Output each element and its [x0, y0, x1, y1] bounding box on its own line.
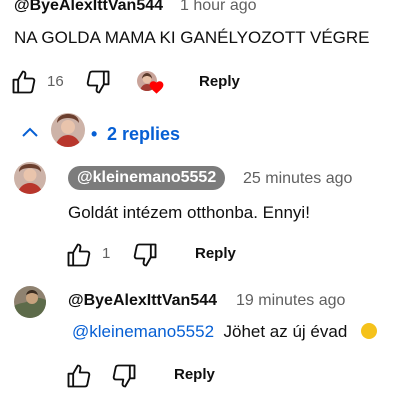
thumbs-up-icon: [67, 243, 91, 267]
thumbs-down-icon: [86, 70, 110, 94]
like-button[interactable]: [65, 241, 93, 269]
reply-author-avatar: [51, 113, 85, 147]
like-button[interactable]: [65, 362, 93, 390]
bullet-separator: •: [91, 124, 98, 144]
reply-button[interactable]: Reply: [174, 366, 215, 383]
reply-button[interactable]: Reply: [195, 245, 236, 262]
reply-text: Jöhet az új évad: [223, 322, 348, 341]
chevron-up-icon[interactable]: [20, 125, 40, 139]
reply-time[interactable]: 19 minutes ago: [236, 292, 345, 310]
comment-time[interactable]: 1 hour ago: [180, 0, 257, 15]
reply-time[interactable]: 25 minutes ago: [243, 170, 352, 188]
avatar[interactable]: [14, 286, 46, 318]
heart-icon: [149, 80, 164, 94]
reply-author[interactable]: @ByeAlexIttVan544: [68, 292, 217, 310]
like-count: 1: [102, 245, 111, 262]
mention-link[interactable]: @kleinemano5552: [72, 322, 214, 341]
reply-text-line: @kleinemano5552 Jöhet az új évad: [72, 322, 378, 342]
thumbs-down-icon: [133, 243, 157, 267]
thumbs-up-icon: [67, 364, 91, 388]
dislike-button[interactable]: [131, 241, 159, 269]
reply-button[interactable]: Reply: [199, 73, 240, 90]
replies-toggle-label[interactable]: 2 replies: [107, 124, 180, 145]
like-count: 16: [47, 73, 64, 90]
avatar[interactable]: [14, 162, 46, 194]
author-highlight-badge[interactable]: @kleinemano5552: [68, 166, 226, 190]
comment-author[interactable]: @ByeAlexIttVan544: [14, 0, 163, 15]
comment-text: NA GOLDA MAMA KI GANÉLYOZOTT VÉGRE: [14, 28, 370, 47]
thumbs-down-icon: [112, 364, 136, 388]
creator-heart-badge: [137, 71, 167, 97]
reply-text: Goldát intézem otthonba. Ennyi!: [68, 203, 310, 222]
like-button[interactable]: [10, 68, 38, 96]
dislike-button[interactable]: [84, 68, 112, 96]
thumbs-up-icon: [12, 70, 36, 94]
emoji-icon: [361, 323, 378, 339]
dislike-button[interactable]: [110, 362, 138, 390]
